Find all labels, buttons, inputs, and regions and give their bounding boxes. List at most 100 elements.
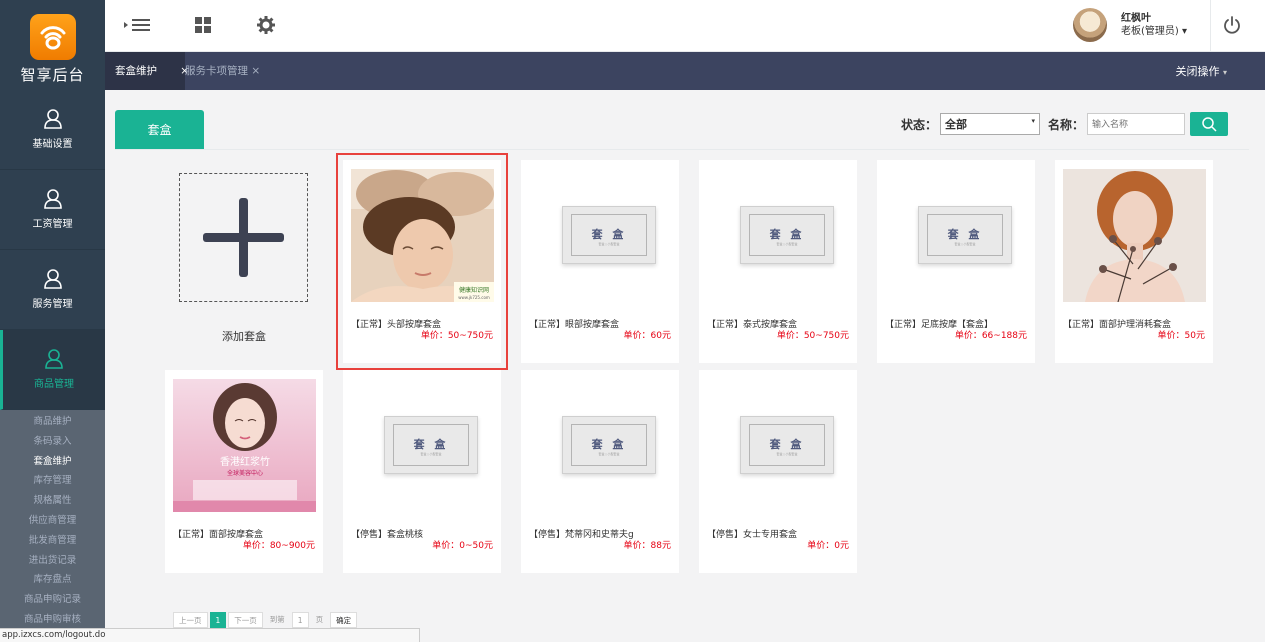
caret-down-icon: ▾ [1181,26,1187,37]
product-name: 【停售】套盒桃核 [351,530,424,540]
close-operations-label: 关闭操作 [1175,65,1220,78]
user-role[interactable]: 老板(管理员) ▾ [1121,25,1187,38]
box-image: 套 盒套盒 | 小型套盒 [707,169,850,302]
box-image: 套 盒套盒 | 小型套盒 [529,379,672,512]
sidebar-item-label: 商品管理 [34,379,74,390]
submenu-item[interactable]: 商品申购审核 [0,610,105,630]
add-taohe-card[interactable]: 添加套盒 [165,160,323,363]
submenu-item[interactable]: 商品维护 [0,412,105,432]
submenu-item[interactable]: 批发商管理 [0,531,105,551]
product-price: 单价：50~750元 [420,331,493,341]
topbar: 红枫叶 老板(管理员) ▾ [105,0,1265,52]
submenu-item[interactable]: 条码录入 [0,432,105,452]
taohe-card[interactable]: 健康知识网 www.jk725.com 【正常】头部按摩套盒 单价：50~750… [336,153,508,370]
pagination: 上一页 1 下一页 到第 1 页 确定 [173,612,359,628]
taohe-card[interactable]: 套 盒套盒 | 小型套盒 【正常】足底按摩【套盒】 单价：66~188元 [877,160,1035,363]
product-image[interactable]: 套 盒套盒 | 小型套盒 [885,169,1028,302]
user-menu[interactable]: 红枫叶 老板(管理员) ▾ [1072,8,1187,42]
taohe-card[interactable]: 【正常】面部护理消耗套盒 单价：50元 [1055,160,1213,363]
page-unit-label: 页 [315,615,324,624]
box-image: 套 盒套盒 | 小型套盒 [885,169,1028,302]
product-image[interactable] [1063,169,1206,303]
status-select-value: 全部 [944,118,967,131]
product-image[interactable]: 套 盒套盒 | 小型套盒 [529,169,672,302]
submenu-item[interactable]: 库存管理 [0,471,105,491]
caret-down-icon: ▾ [1222,68,1227,77]
taohe-card[interactable]: 套 盒套盒 | 小型套盒 【停售】套盒桃核 单价：0~50元 [343,370,501,573]
taohe-card[interactable]: 套 盒套盒 | 小型套盒 【停售】梵蒂冈和史蒂夫g 单价：88元 [521,370,679,573]
browser-status-bar: app.izxcs.com/logout.do [0,628,420,642]
submenu-item[interactable]: 规格属性 [0,491,105,511]
taohe-card[interactable]: 套 盒套盒 | 小型套盒 【正常】泰式按摩套盒 单价：50~750元 [699,160,857,363]
taohe-card[interactable]: 套 盒套盒 | 小型套盒 【停售】女士专用套盒 单价：0元 [699,370,857,573]
user-icon [43,269,62,289]
filter-bar: 状态： 全部 ▾ 名称： [901,112,1228,136]
prev-page-button[interactable]: 上一页 [173,612,208,628]
user-icon [45,349,63,369]
panel-tab-taohe[interactable]: 套盒 [115,110,204,150]
tab-service-card[interactable]: 服务卡项管理 × [185,52,260,90]
taohe-card[interactable]: 香港红浆竹 全球美容中心 【正常】面部按摩套盒 单价：80~900元 [165,370,323,573]
tab-taohe-maintenance[interactable]: 套盒维护 × [105,52,189,90]
box-subtitle: 套盒 | 小型套盒 [954,242,976,246]
submenu-item-current[interactable]: 套盒维护 [0,452,105,472]
sidebar-item-label: 服务管理 [32,299,73,310]
plus-icon [203,198,284,277]
add-box[interactable] [179,173,308,302]
sidebar-item-goods[interactable]: 商品管理 [0,330,105,410]
avatar[interactable] [1072,8,1107,42]
gear-icon[interactable] [255,14,277,36]
product-price: 单价：66~188元 [954,331,1027,341]
product-image[interactable]: 套 盒套盒 | 小型套盒 [707,169,850,302]
submenu-item[interactable]: 商品申购记录 [0,590,105,610]
submenu-item[interactable]: 进出货记录 [0,551,105,571]
product-image[interactable]: 健康知识网 www.jk725.com [351,169,494,302]
goods-submenu: 商品维护 条码录入 套盒维护 库存管理 规格属性 供应商管理 批发商管理 进出货… [0,410,105,632]
box-image: 套 盒套盒 | 小型套盒 [351,379,494,512]
sidebar-item-label: 工资管理 [32,219,73,230]
tab-label: 套盒维护 [115,65,157,77]
submenu-item[interactable]: 供应商管理 [0,511,105,531]
power-icon[interactable] [1223,16,1241,34]
status-select[interactable]: 全部 ▾ [939,113,1040,135]
box-image: 套 盒套盒 | 小型套盒 [529,169,672,302]
box-title: 套 盒 [947,228,983,241]
image-watermark-url: www.jk725.com [458,295,490,300]
sidebar-item-basic-settings[interactable]: 基础设置 [0,90,105,170]
box-title: 套 盒 [591,228,627,241]
image-watermark: 健康知识网 [459,286,489,294]
product-image[interactable]: 香港红浆竹 全球美容中心 [173,379,316,512]
confirm-page-button[interactable]: 确定 [330,612,358,628]
search-button[interactable] [1190,112,1228,136]
next-page-button[interactable]: 下一页 [228,612,263,628]
collapse-menu-icon[interactable] [123,14,151,36]
grid-icon[interactable] [193,14,215,36]
close-operations-button[interactable]: 关闭操作 ▾ [1175,52,1227,93]
sidebar-item-service[interactable]: 服务管理 [0,250,105,330]
divider [1210,0,1211,52]
page-1-button[interactable]: 1 [209,612,227,628]
box-title: 套 盒 [769,438,805,451]
product-price: 单价：88元 [623,541,671,551]
product-image[interactable]: 套 盒套盒 | 小型套盒 [529,379,672,512]
product-price: 单价：0~50元 [432,541,493,551]
box-title: 套 盒 [591,438,627,451]
name-search-input[interactable] [1087,113,1185,135]
product-image[interactable]: 套 盒套盒 | 小型套盒 [707,379,850,512]
page-tabs-bar: 套盒维护 × 服务卡项管理 × 关闭操作 ▾ [105,52,1265,90]
product-price: 单价：50~750元 [776,331,849,341]
add-taohe-label: 添加套盒 [222,330,266,343]
close-icon[interactable]: × [251,65,260,77]
taohe-card[interactable]: 套 盒套盒 | 小型套盒 【正常】眼部按摩套盒 单价：60元 [521,160,679,363]
page-number-input[interactable]: 1 [291,612,309,628]
user-icon [43,189,62,209]
main-content: 套盒 状态： 全部 ▾ 名称： 添加套盒 [105,90,1265,642]
user-role-text: 老板(管理员) [1120,26,1179,37]
product-price: 单价：80~900元 [242,541,315,551]
submenu-item[interactable]: 库存盘点 [0,570,105,590]
product-image[interactable]: 套 盒套盒 | 小型套盒 [351,379,494,512]
logo-area: 智享后台 [0,0,105,90]
sidebar-item-salary[interactable]: 工资管理 [0,170,105,250]
status-label: 状态： [900,117,937,132]
search-icon [1202,117,1217,132]
